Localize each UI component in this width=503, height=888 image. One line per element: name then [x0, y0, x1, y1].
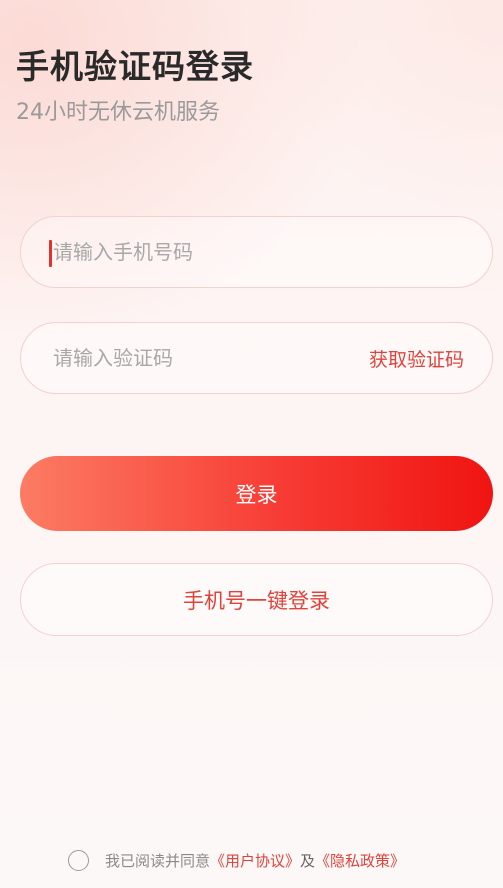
agreement-checkbox[interactable]: [68, 849, 89, 871]
page-subtitle: 24小时无休云机服务: [16, 100, 220, 125]
phone-field[interactable]: [20, 216, 493, 288]
user-agreement-link[interactable]: 《用户协议》: [210, 850, 300, 871]
page-title: 手机验证码登录: [16, 47, 254, 86]
phone-input[interactable]: [53, 217, 353, 287]
agreement-conjunction: 及: [300, 851, 316, 870]
get-code-button[interactable]: 获取验证码: [369, 323, 464, 393]
agreement-row: 我已阅读并同意 《用户协议》 及 《隐私政策》: [68, 846, 405, 874]
login-button[interactable]: 登录: [20, 456, 493, 531]
text-cursor: [49, 240, 52, 267]
code-input[interactable]: [53, 323, 353, 393]
one-key-login-button[interactable]: 手机号一键登录: [20, 563, 493, 636]
code-field[interactable]: 获取验证码: [20, 322, 493, 394]
agreement-prefix: 我已阅读并同意: [105, 851, 211, 870]
privacy-policy-link[interactable]: 《隐私政策》: [315, 850, 405, 871]
